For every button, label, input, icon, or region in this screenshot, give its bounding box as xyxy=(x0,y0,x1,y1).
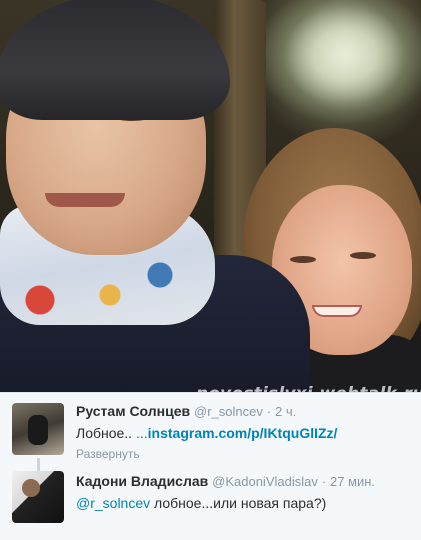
photo-woman-eye xyxy=(290,256,316,263)
instagram-link[interactable]: instagram.com/p/IKtquGlIZz/ xyxy=(148,425,338,441)
tweet[interactable]: Кадони Владислав @KadoniVladislav · 27 м… xyxy=(0,465,421,540)
photo-man-smile xyxy=(45,193,125,207)
tweet-header: Кадони Владислав @KadoniVladislav · 27 м… xyxy=(76,473,375,489)
mention-link[interactable]: @r_solncev xyxy=(76,495,150,511)
user-name[interactable]: Кадони Владислав xyxy=(76,473,208,489)
photo-man-hat xyxy=(0,0,230,120)
user-avatar-icon[interactable] xyxy=(12,403,64,455)
link-ellipsis[interactable]: ... xyxy=(136,425,148,441)
photo-woman-eye xyxy=(350,252,376,259)
tweet-text: @r_solncev лобное...или новая пара?) xyxy=(76,495,326,511)
user-handle[interactable]: @KadoniVladislav xyxy=(212,474,318,489)
selfie-photo: novostislyxi.webtalk.ru xyxy=(0,0,421,392)
photo-background-light xyxy=(250,0,421,140)
tweet-timestamp[interactable]: 2 ч. xyxy=(275,404,296,419)
tweet-text: Лобное.. ...instagram.com/p/IKtquGlIZz/ xyxy=(76,425,337,441)
separator-dot: · xyxy=(321,474,327,489)
photo-woman-smile xyxy=(312,305,362,317)
watermark: novostislyxi.webtalk.ru xyxy=(196,384,421,392)
separator-dot: · xyxy=(266,404,272,419)
tweet-header: Рустам Солнцев @r_solncev · 2 ч. xyxy=(76,403,296,419)
user-avatar-icon[interactable] xyxy=(12,471,64,523)
user-handle[interactable]: @r_solncev xyxy=(194,404,263,419)
tweet-thread: Рустам Солнцев @r_solncev · 2 ч. Лобное.… xyxy=(0,392,421,540)
tweet[interactable]: Рустам Солнцев @r_solncev · 2 ч. Лобное.… xyxy=(0,393,421,476)
user-name[interactable]: Рустам Солнцев xyxy=(76,403,190,419)
tweet-text-body: лобное...или новая пара?) xyxy=(150,495,327,511)
tweet-timestamp[interactable]: 27 мин. xyxy=(330,474,375,489)
tweet-text-body: Лобное.. xyxy=(76,425,136,441)
expand-link[interactable]: Развернуть xyxy=(76,447,140,461)
